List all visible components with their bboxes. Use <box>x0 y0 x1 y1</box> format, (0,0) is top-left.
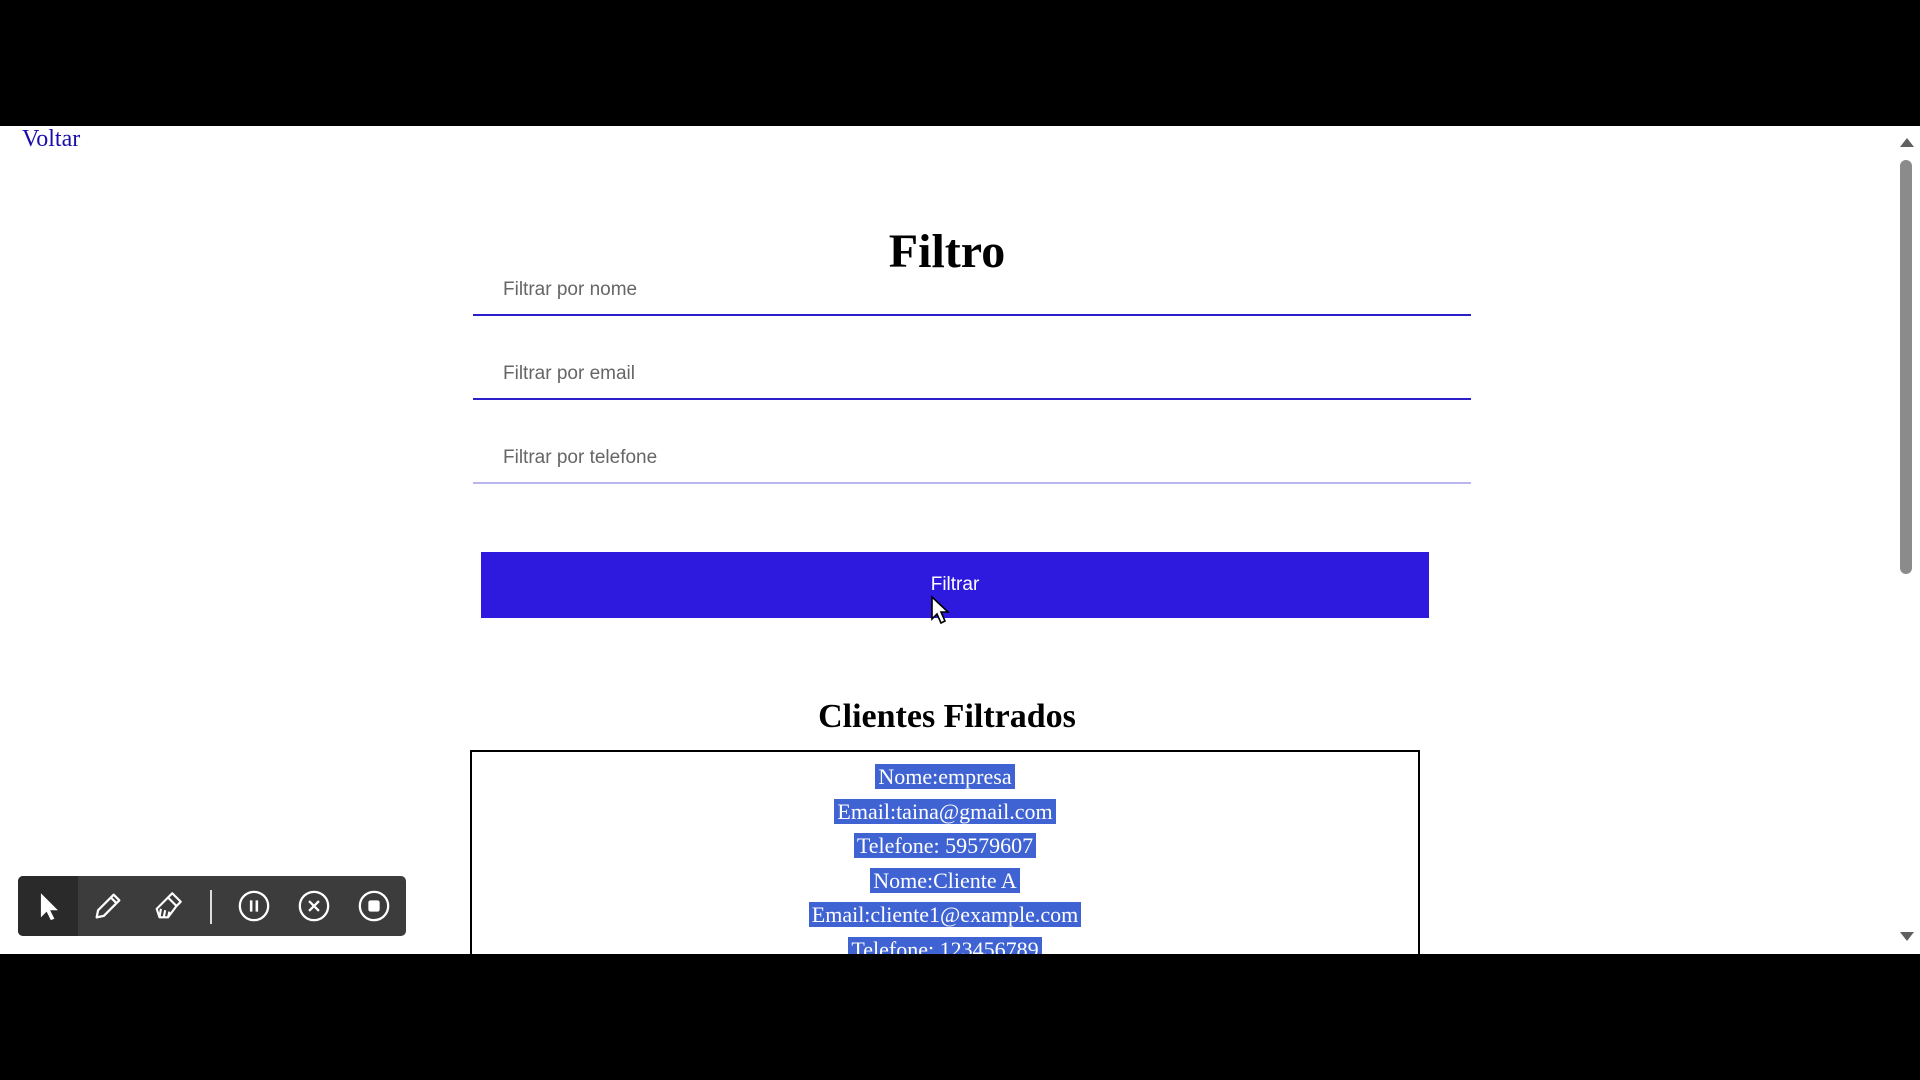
scrollbar-thumb[interactable] <box>1900 160 1912 574</box>
toolbar-divider <box>210 890 212 924</box>
list-item: Email:cliente1@example.com <box>472 898 1418 933</box>
scroll-down-arrow-icon[interactable] <box>1900 932 1914 941</box>
cancel-button[interactable] <box>284 876 344 936</box>
result-text: Nome:empresa <box>875 764 1015 789</box>
result-text: Nome:Cliente A <box>870 867 1020 893</box>
scroll-up-arrow-icon[interactable] <box>1900 138 1914 147</box>
cancel-icon <box>298 890 330 922</box>
stop-icon <box>358 890 390 922</box>
list-item: Telefone: 59579607 <box>472 829 1418 864</box>
filter-button[interactable]: Filtrar <box>481 552 1429 618</box>
list-item: Telefone: 123456789 <box>472 933 1418 954</box>
pen-icon <box>95 893 121 919</box>
result-text: Email:cliente1@example.com <box>808 902 1082 928</box>
mouse-cursor-icon <box>931 595 951 625</box>
stop-button[interactable] <box>344 876 404 936</box>
browser-viewport: Voltar Filtro Filtrar Clientes Filtrados… <box>0 126 1920 954</box>
filter-name-input[interactable] <box>473 266 1471 316</box>
result-text: Email:taina@gmail.com <box>834 798 1056 824</box>
result-text: Telefone: 123456789 <box>848 936 1042 954</box>
results-list: Nome:empresa Email:taina@gmail.com Telef… <box>470 750 1420 954</box>
list-item: Nome:empresa <box>472 760 1418 795</box>
pointer-icon <box>40 893 58 921</box>
pause-button[interactable] <box>224 876 284 936</box>
filter-phone-input[interactable] <box>473 434 1471 484</box>
recorder-toolbar <box>18 876 406 936</box>
eraser-icon <box>155 892 182 919</box>
list-item: Email:taina@gmail.com <box>472 795 1418 830</box>
pause-icon <box>238 890 270 922</box>
results-title: Clientes Filtrados <box>818 698 1076 735</box>
pen-tool-button[interactable] <box>78 876 138 936</box>
eraser-tool-button[interactable] <box>138 876 198 936</box>
list-item: Nome:Cliente A <box>472 864 1418 899</box>
back-link[interactable]: Voltar <box>22 126 80 153</box>
result-text: Telefone: 59579607 <box>853 833 1037 859</box>
pointer-tool-button[interactable] <box>18 876 78 936</box>
filter-email-input[interactable] <box>473 350 1471 400</box>
